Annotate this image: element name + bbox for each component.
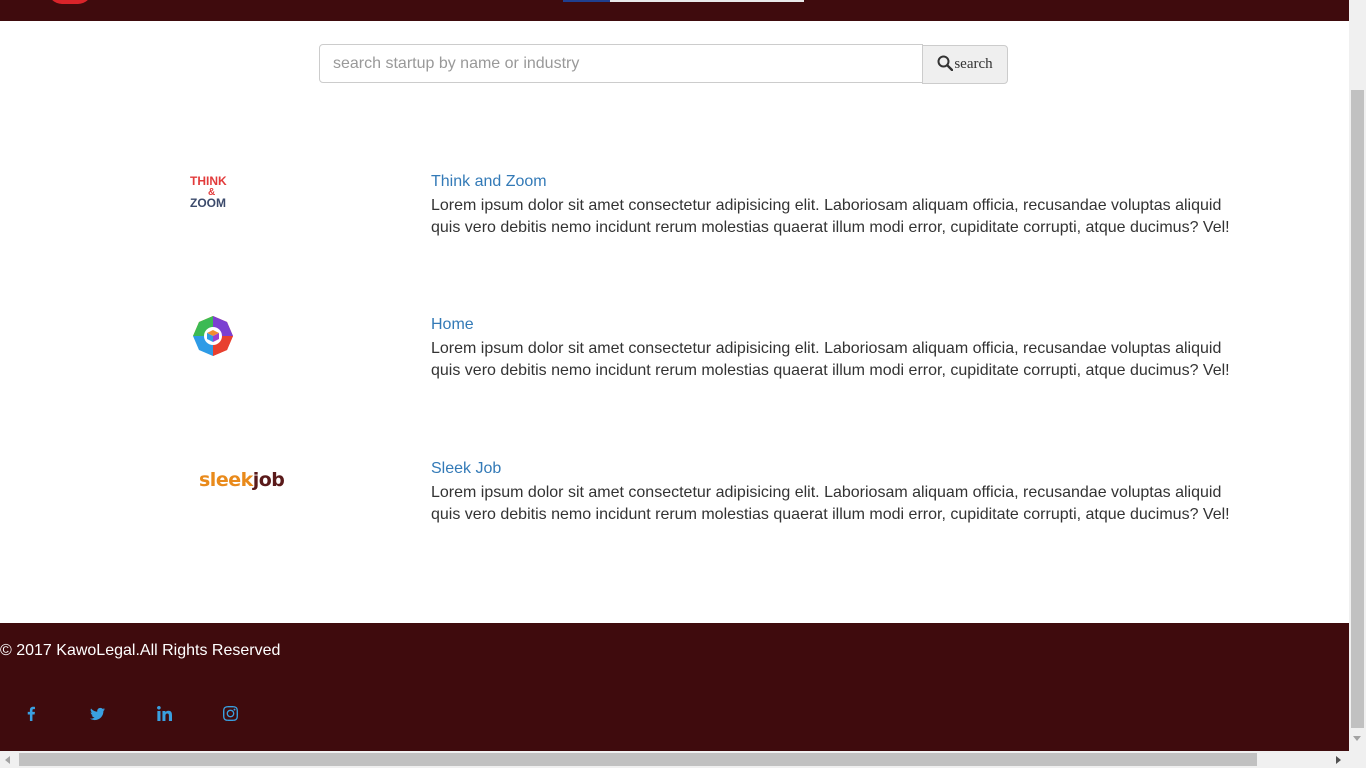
page: search THINK & ZOOM Think and Zoom Lorem…: [0, 0, 1349, 751]
twitter-icon: [89, 707, 105, 720]
horizontal-scrollbar[interactable]: [0, 751, 1366, 768]
startup-description: Lorem ipsum dolor sit amet consectetur a…: [431, 195, 1241, 239]
top-navbar: [0, 0, 1349, 21]
sleekjob-logo: sleekjob: [180, 460, 310, 520]
logo-text-think: THINK: [190, 174, 227, 188]
footer: © 2017 KawoLegal.All Rights Reserved: [0, 623, 1349, 751]
scroll-down-arrow-icon[interactable]: [1353, 736, 1361, 741]
startup-description: Lorem ipsum dolor sit amet consectetur a…: [431, 338, 1241, 382]
hexagon-cube-logo: [180, 316, 310, 376]
search-form: search: [319, 44, 1009, 84]
vertical-scrollbar[interactable]: [1349, 0, 1366, 751]
description-line: quis vero debitis nemo incidunt rerum mo…: [431, 506, 1230, 523]
startup-item: sleekjob Sleek Job Lorem ipsum dolor sit…: [0, 460, 1349, 550]
scroll-right-arrow-icon[interactable]: [1336, 756, 1341, 764]
startup-name-link[interactable]: Sleek Job: [431, 460, 501, 478]
instagram-icon: [222, 705, 238, 721]
search-input[interactable]: [319, 44, 923, 83]
linkedin-link[interactable]: [155, 704, 173, 722]
brand-logo[interactable]: [48, 0, 92, 4]
startup-description: Lorem ipsum dolor sit amet consectetur a…: [431, 482, 1241, 526]
nav-tabs: [563, 0, 804, 2]
description-line: Lorem ipsum dolor sit amet consectetur a…: [431, 197, 1222, 214]
startup-name-link[interactable]: Home: [431, 316, 474, 334]
nav-tab-active[interactable]: [563, 0, 610, 2]
logo-text-job: job: [252, 469, 285, 491]
think-and-zoom-logo: THINK & ZOOM: [180, 173, 310, 233]
description-line: quis vero debitis nemo incidunt rerum mo…: [431, 362, 1230, 379]
vertical-scrollbar-thumb[interactable]: [1351, 90, 1364, 728]
description-line: Lorem ipsum dolor sit amet consectetur a…: [431, 340, 1222, 357]
logo-text-sleek: sleek: [199, 469, 254, 491]
startup-item: THINK & ZOOM Think and Zoom Lorem ipsum …: [0, 173, 1349, 263]
twitter-link[interactable]: [88, 704, 106, 722]
logo-text-zoom: ZOOM: [190, 196, 226, 210]
search-button[interactable]: search: [922, 45, 1008, 84]
scroll-left-arrow-icon[interactable]: [5, 756, 10, 764]
search-icon: [937, 55, 954, 71]
horizontal-scrollbar-thumb[interactable]: [19, 753, 1257, 766]
linkedin-icon: [156, 705, 172, 721]
instagram-link[interactable]: [221, 704, 239, 722]
facebook-link[interactable]: [22, 704, 40, 722]
description-line: Lorem ipsum dolor sit amet consectetur a…: [431, 484, 1222, 501]
copyright-text: © 2017 KawoLegal.All Rights Reserved: [0, 642, 281, 659]
facebook-icon: [27, 706, 35, 721]
svg-text:sleekjob: sleekjob: [199, 469, 284, 491]
startup-item: Home Lorem ipsum dolor sit amet consecte…: [0, 316, 1349, 406]
description-line: quis vero debitis nemo incidunt rerum mo…: [431, 219, 1230, 236]
search-button-label: search: [954, 56, 993, 72]
startup-name-link[interactable]: Think and Zoom: [431, 173, 547, 191]
